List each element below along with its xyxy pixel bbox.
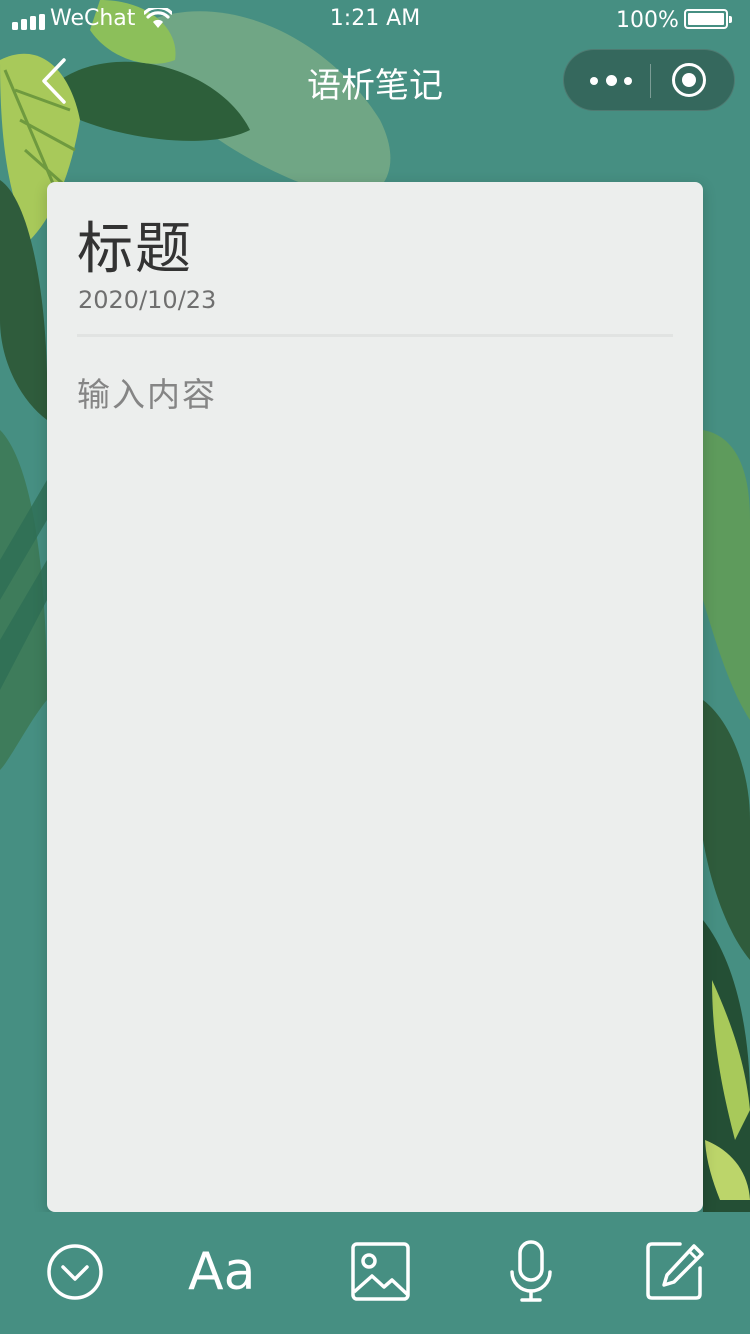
note-body-input[interactable]: 输入内容 bbox=[77, 368, 667, 416]
image-button[interactable] bbox=[350, 1240, 412, 1304]
note-title[interactable]: 标题 bbox=[77, 204, 193, 285]
battery-percent: 100% bbox=[616, 8, 679, 33]
edit-icon bbox=[646, 1242, 704, 1300]
leaf-right-dark bbox=[703, 700, 750, 960]
collapse-chevron-icon bbox=[47, 1244, 103, 1300]
image-icon bbox=[351, 1242, 410, 1301]
more-button[interactable] bbox=[576, 50, 648, 110]
microphone-icon bbox=[510, 1240, 552, 1302]
status-bar: WeChat 1:21 AM 100% bbox=[0, 0, 750, 40]
close-button[interactable] bbox=[654, 50, 726, 110]
edit-button[interactable] bbox=[644, 1240, 706, 1304]
title-divider bbox=[77, 334, 673, 337]
capsule-divider bbox=[650, 64, 651, 98]
font-button[interactable]: Aa bbox=[188, 1240, 258, 1304]
bottom-toolbar: Aa bbox=[0, 1212, 750, 1334]
capsule-menu bbox=[563, 49, 735, 111]
note-date: 2020/10/23 bbox=[78, 286, 217, 314]
battery-icon bbox=[684, 9, 732, 29]
voice-button[interactable] bbox=[506, 1240, 556, 1304]
collapse-button[interactable] bbox=[46, 1240, 106, 1304]
font-icon: Aa bbox=[188, 1242, 256, 1302]
note-card: 标题 2020/10/23 输入内容 bbox=[47, 182, 703, 1212]
leaf-right-mid bbox=[703, 430, 750, 720]
